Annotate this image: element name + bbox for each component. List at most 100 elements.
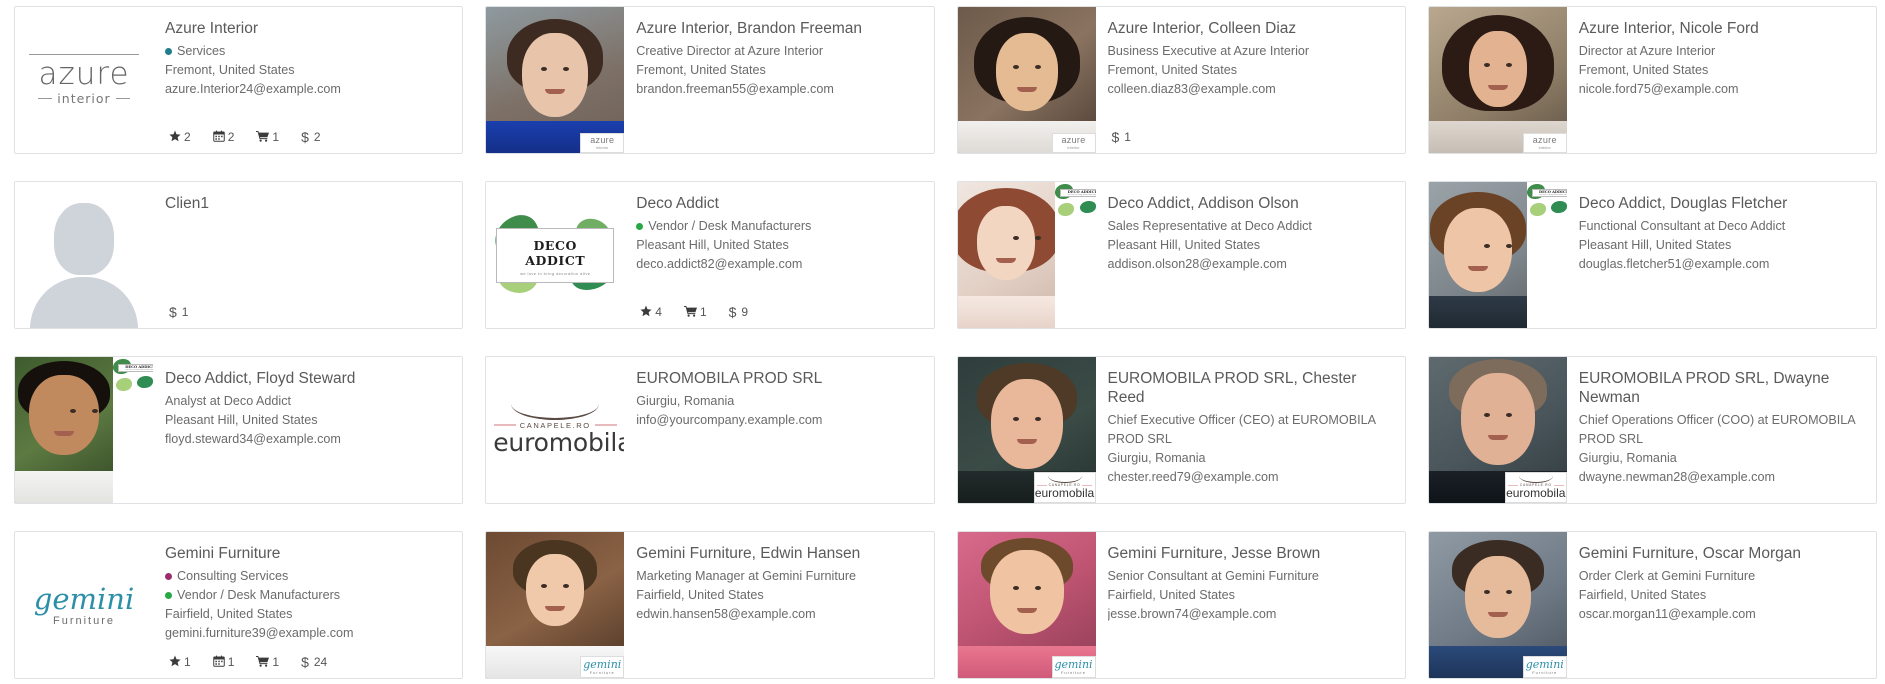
- card-media[interactable]: CANAPELE.RO euromobila: [957, 357, 1096, 503]
- card-title[interactable]: Gemini Furniture, Jesse Brown: [1108, 544, 1395, 563]
- card-media[interactable]: azure interior: [15, 7, 153, 153]
- card-title[interactable]: Azure Interior, Colleen Diaz: [1108, 19, 1395, 38]
- card-media[interactable]: CANAPELE.RO euromobila: [1428, 357, 1567, 503]
- card-location: Fremont, United States: [636, 63, 766, 77]
- contact-card[interactable]: azure interior Azure Interior, Brandon Fre…: [485, 6, 935, 154]
- card-title[interactable]: EUROMOBILA PROD SRL: [636, 369, 923, 388]
- card-media[interactable]: azure interior: [1428, 7, 1567, 153]
- contact-card[interactable]: gemini Furniture Gemini Furniture, Edwin H…: [485, 531, 935, 679]
- contact-card[interactable]: azure interior Azure Interior Services Fremo…: [14, 6, 464, 154]
- logo-subtext: we love to bring decoration alive: [125, 369, 153, 371]
- logo-wordmark: euromobila: [1506, 486, 1566, 500]
- leaf-decoration: [137, 376, 153, 388]
- card-stats: 4 1 $9: [636, 298, 923, 320]
- calendar-icon: [212, 655, 225, 669]
- card-title[interactable]: Azure Interior: [165, 19, 452, 38]
- card-email[interactable]: brandon.freeman55@example.com: [636, 80, 923, 99]
- card-email[interactable]: edwin.hansen58@example.com: [636, 605, 923, 624]
- card-email[interactable]: deco.addict82@example.com: [636, 255, 923, 274]
- card-media[interactable]: DECO ADDICT we love to bring decoration a…: [957, 182, 1096, 328]
- card-stats: 2 2 1 $2: [165, 123, 452, 145]
- stat-calendar: 2: [212, 130, 234, 144]
- card-body: EUROMOBILA PROD SRL, Chester Reed Chief E…: [1096, 357, 1405, 503]
- card-media[interactable]: azure interior: [957, 7, 1096, 153]
- card-title[interactable]: Deco Addict: [636, 194, 923, 213]
- card-email[interactable]: oscar.morgan11@example.com: [1579, 605, 1866, 624]
- card-email[interactable]: info@yourcompany.example.com: [636, 411, 923, 430]
- card-email[interactable]: chester.reed79@example.com: [1108, 468, 1395, 487]
- photo-torso: [957, 296, 1056, 328]
- card-email[interactable]: gemini.furniture39@example.com: [165, 624, 452, 643]
- contact-card[interactable]: DECO ADDICT we love to bring decoration a…: [485, 181, 935, 329]
- card-title[interactable]: Deco Addict, Douglas Fletcher: [1579, 194, 1866, 213]
- logo-subtext: we love to bring decoration alive: [520, 270, 591, 276]
- card-title[interactable]: Azure Interior, Nicole Ford: [1579, 19, 1866, 38]
- contact-card[interactable]: azure interior Azure Interior, Colleen Dia…: [956, 6, 1406, 154]
- contact-card[interactable]: gemini Furniture Gemini Furniture, Oscar M…: [1427, 531, 1877, 679]
- card-stats: $1: [165, 298, 452, 320]
- logo-wordmark: azure: [590, 135, 615, 145]
- card-media[interactable]: DECO ADDICT we love to bring decoration a…: [486, 182, 625, 328]
- contact-card[interactable]: azure interior Azure Interior, Nicole Ford…: [1427, 6, 1877, 154]
- card-media[interactable]: gemini Furniture: [1428, 532, 1567, 678]
- photo-eye: [70, 409, 76, 413]
- card-location: Giurgiu, Romania: [1107, 451, 1206, 465]
- logo-wordmark: euromobila: [493, 427, 625, 457]
- contact-card[interactable]: CANAPELE.RO euromobila EUROMOBILA PROD SRL…: [956, 356, 1406, 504]
- card-media[interactable]: gemini Furniture: [486, 532, 625, 678]
- contact-card[interactable]: DECO ADDICT we love to bring decoration a…: [956, 181, 1406, 329]
- logo-wordmark: gemini: [583, 658, 622, 671]
- card-email[interactable]: addison.olson28@example.com: [1108, 255, 1395, 274]
- logo-plate: DECO ADDICT we love to bring decoration a…: [1531, 189, 1567, 197]
- card-title[interactable]: Gemini Furniture, Edwin Hansen: [636, 544, 923, 563]
- photo-mouth: [1487, 435, 1508, 440]
- card-title[interactable]: Gemini Furniture: [165, 544, 452, 563]
- contact-card[interactable]: CANAPELE.RO euromobila EUROMOBILA PROD SRL…: [1427, 356, 1877, 504]
- photo-mouth: [1487, 85, 1508, 90]
- tag-dot-icon: [636, 223, 644, 230]
- dollar-icon: $: [1111, 129, 1120, 145]
- card-title[interactable]: Gemini Furniture, Oscar Morgan: [1579, 544, 1866, 563]
- photo-eye: [1034, 236, 1041, 240]
- card-media[interactable]: CANAPELE.RO euromobila: [486, 357, 625, 503]
- card-media[interactable]: [15, 182, 153, 328]
- stat-value: 1: [699, 305, 707, 319]
- card-body: Deco Addict, Douglas Fletcher Functional …: [1567, 182, 1876, 328]
- card-title[interactable]: Azure Interior, Brandon Freeman: [636, 19, 923, 38]
- card-job-title: Order Clerk at Gemini Furniture: [1578, 569, 1756, 583]
- card-title[interactable]: Clien1: [165, 194, 452, 213]
- card-media[interactable]: azure interior: [486, 7, 625, 153]
- contact-card[interactable]: gemini Furniture Gemini Furniture, Jesse B…: [956, 531, 1406, 679]
- card-media[interactable]: DECO ADDICT we love to bring decoration a…: [15, 357, 153, 503]
- contact-card[interactable]: DECO ADDICT we love to bring decoration a…: [1427, 181, 1877, 329]
- card-email[interactable]: floyd.steward34@example.com: [165, 430, 452, 449]
- card-email[interactable]: douglas.fletcher51@example.com: [1579, 255, 1866, 274]
- photo-face: [977, 206, 1036, 280]
- card-body: Clien1 $1: [153, 182, 462, 328]
- contact-card[interactable]: Clien1 $1: [14, 181, 464, 329]
- card-title[interactable]: Deco Addict, Floyd Steward: [165, 369, 452, 388]
- tag-label: Consulting Services: [177, 569, 289, 583]
- stat-calendar: 1: [212, 655, 234, 669]
- card-media[interactable]: gemini Furniture: [957, 532, 1096, 678]
- card-job-title: Sales Representative at Deco Addict: [1107, 219, 1312, 233]
- card-title[interactable]: EUROMOBILA PROD SRL, Chester Reed: [1108, 369, 1395, 407]
- card-body: EUROMOBILA PROD SRL, Dwayne Newman Chief …: [1567, 357, 1876, 503]
- card-email[interactable]: nicole.ford75@example.com: [1579, 80, 1866, 99]
- card-title[interactable]: Deco Addict, Addison Olson: [1108, 194, 1395, 213]
- card-title[interactable]: EUROMOBILA PROD SRL, Dwayne Newman: [1579, 369, 1866, 407]
- contact-card[interactable]: gemini Furniture Gemini Furniture Consultin…: [14, 531, 464, 679]
- contact-card[interactable]: CANAPELE.RO euromobila EUROMOBILA PROD SRL…: [485, 356, 935, 504]
- photo-mouth: [1467, 266, 1488, 271]
- card-job-title: Functional Consultant at Deco Addict: [1578, 219, 1786, 233]
- card-media[interactable]: DECO ADDICT we love to bring decoration a…: [1428, 182, 1567, 328]
- card-location: Fremont, United States: [1578, 63, 1709, 77]
- card-email[interactable]: azure.Interior24@example.com: [165, 80, 452, 99]
- card-email[interactable]: colleen.diaz83@example.com: [1108, 80, 1395, 99]
- contact-card[interactable]: DECO ADDICT we love to bring decoration a…: [14, 356, 464, 504]
- card-email[interactable]: jesse.brown74@example.com: [1108, 605, 1395, 624]
- card-media[interactable]: gemini Furniture: [15, 532, 153, 678]
- card-job-title: Director at Azure Interior: [1578, 44, 1716, 58]
- stat-dollar: $24: [301, 654, 327, 670]
- card-email[interactable]: dwayne.newman28@example.com: [1579, 468, 1866, 487]
